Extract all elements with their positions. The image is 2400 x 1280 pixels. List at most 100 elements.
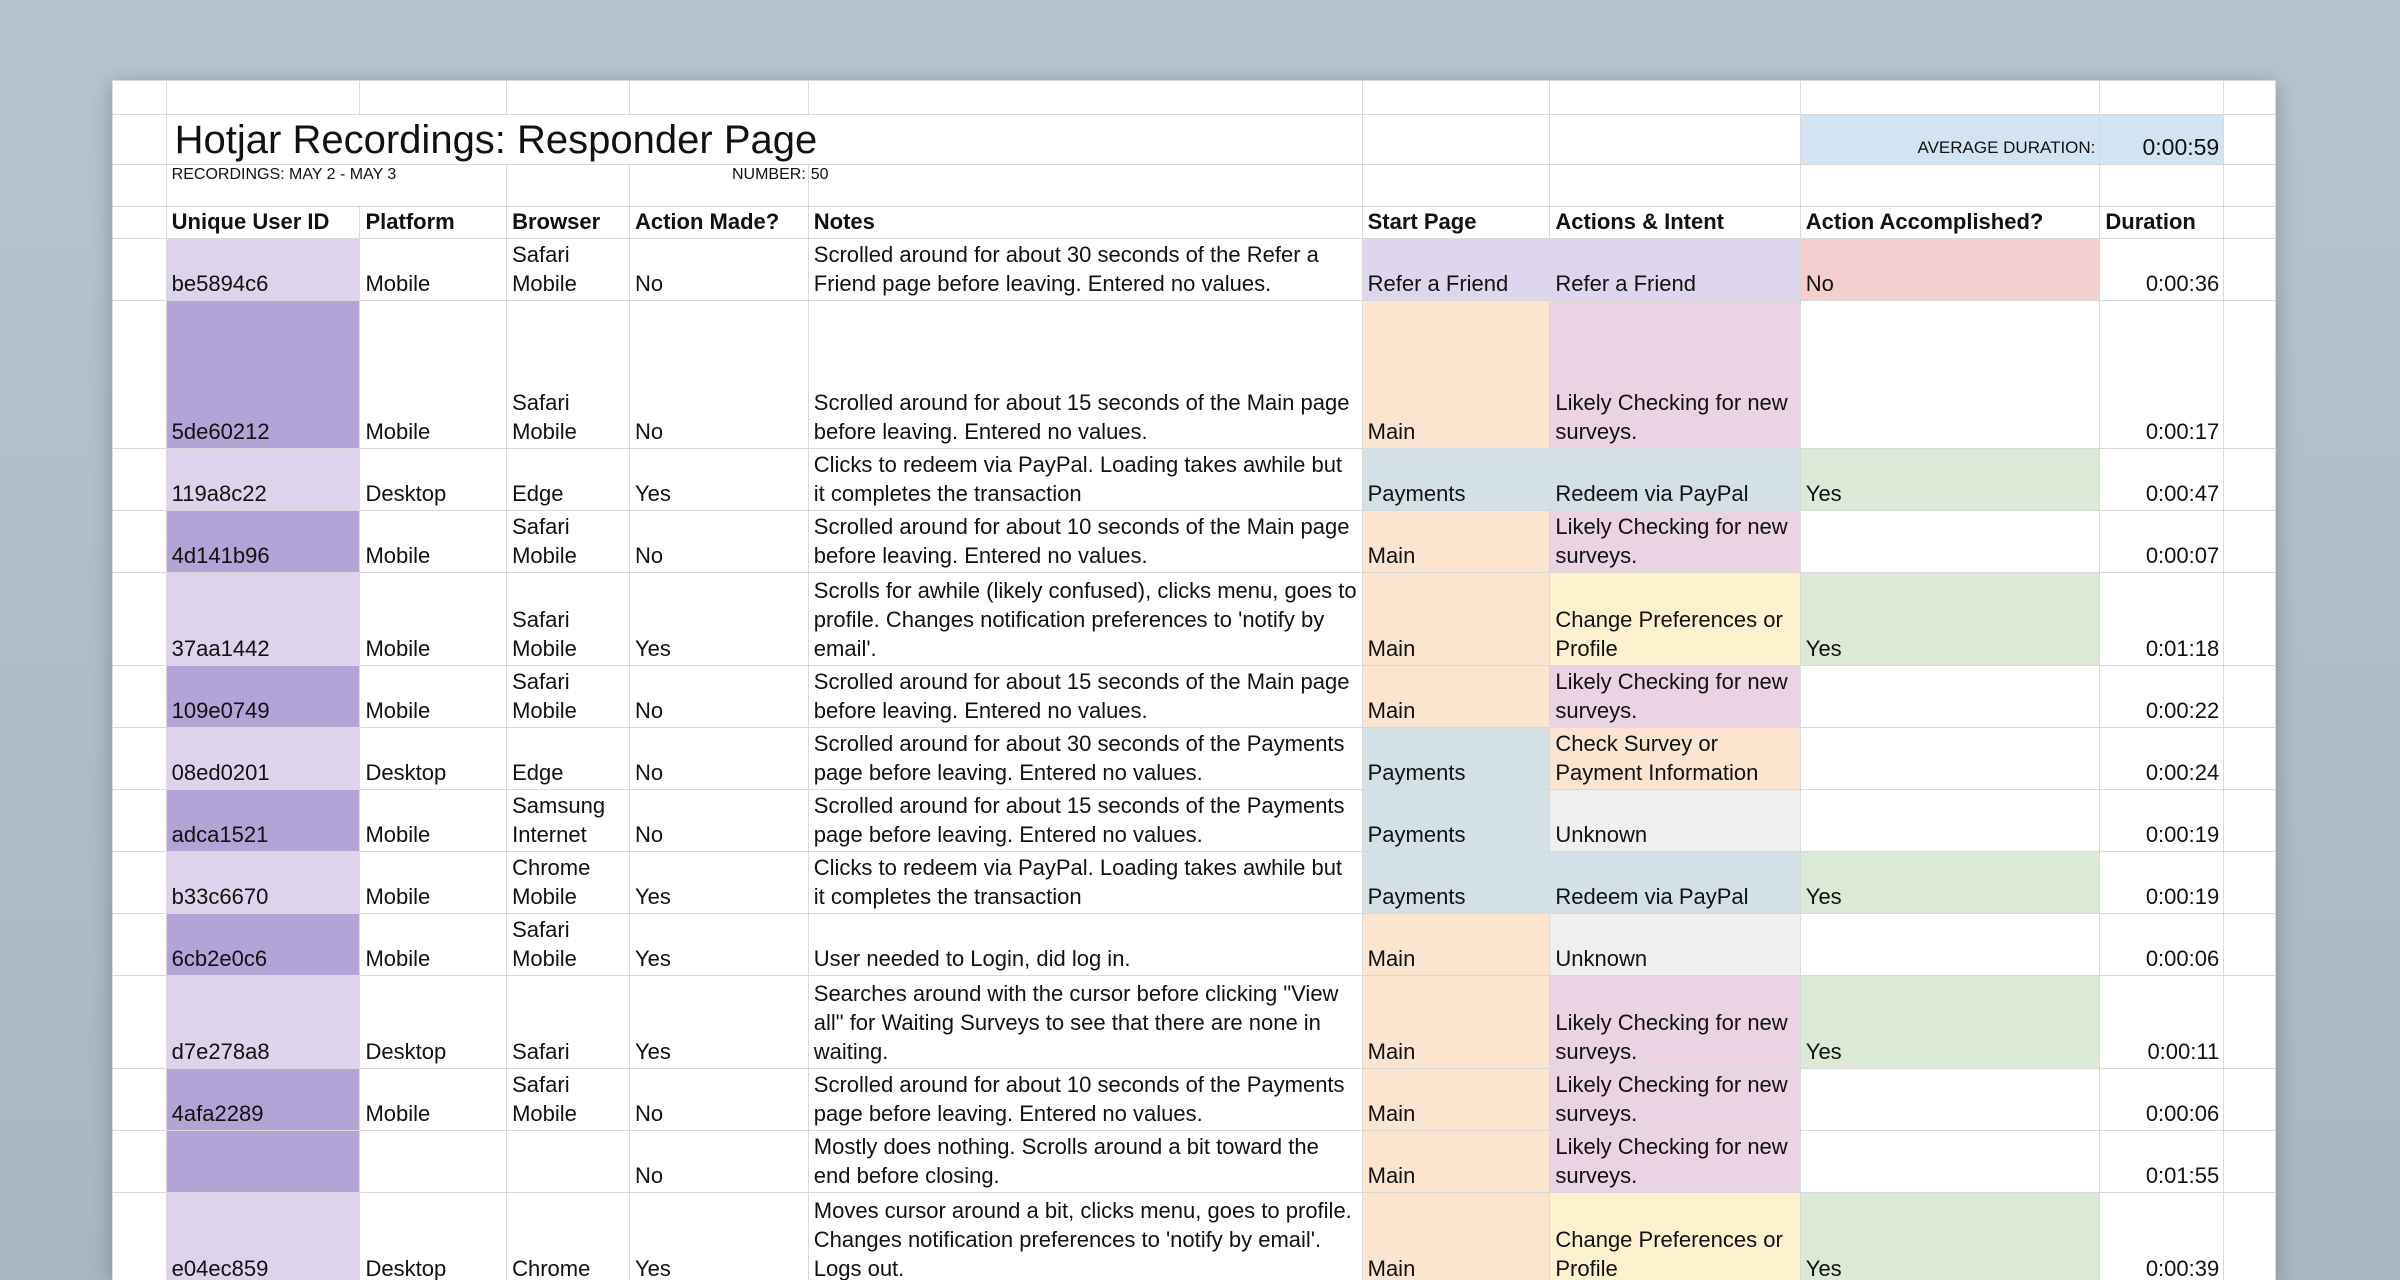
- cell-notes[interactable]: Scrolled around for about 10 seconds of …: [807, 1068, 1363, 1131]
- cell-action-made[interactable]: No: [628, 789, 809, 852]
- cell-action-accomplished[interactable]: Yes: [1799, 851, 2101, 914]
- cell-user-id[interactable]: 37aa1442: [165, 572, 361, 666]
- cell-action-made[interactable]: Yes: [628, 851, 809, 914]
- cell-notes[interactable]: Scrolled around for about 30 seconds of …: [807, 238, 1363, 301]
- cell-duration[interactable]: 0:00:06: [2099, 1068, 2225, 1131]
- cell-actions-intent[interactable]: Redeem via PayPal: [1549, 448, 1801, 511]
- cell-platform[interactable]: Desktop: [359, 448, 508, 511]
- cell-action-accomplished[interactable]: [1799, 1130, 2101, 1193]
- cell-notes[interactable]: Scrolled around for about 10 seconds of …: [807, 510, 1363, 573]
- cell-notes[interactable]: Clicks to redeem via PayPal. Loading tak…: [807, 448, 1363, 511]
- cell-action-accomplished[interactable]: [1799, 665, 2101, 728]
- cell-duration[interactable]: 0:01:18: [2099, 572, 2225, 666]
- cell-duration[interactable]: 0:00:06: [2099, 913, 2225, 976]
- row-gutter[interactable]: [112, 448, 167, 511]
- cell-platform[interactable]: Desktop: [359, 1192, 508, 1280]
- cell-browser[interactable]: Safari Mobile: [506, 572, 630, 666]
- cell-duration[interactable]: 0:00:07: [2099, 510, 2225, 573]
- cell-action-made[interactable]: No: [628, 1068, 809, 1131]
- cell-user-id[interactable]: 4d141b96: [165, 510, 361, 573]
- cell-platform[interactable]: Mobile: [359, 789, 508, 852]
- row-gutter[interactable]: [2223, 1130, 2276, 1193]
- cell-duration[interactable]: 0:00:47: [2099, 448, 2225, 511]
- row-gutter[interactable]: [112, 975, 167, 1069]
- cell-duration[interactable]: 0:00:11: [2099, 975, 2225, 1069]
- cell-browser[interactable]: Safari Mobile: [506, 238, 630, 301]
- cell-platform[interactable]: Desktop: [359, 727, 508, 790]
- cell-actions-intent[interactable]: Unknown: [1549, 913, 1801, 976]
- cell-actions-intent[interactable]: Likely Checking for new surveys.: [1549, 1068, 1801, 1131]
- cell-action-made[interactable]: No: [628, 1130, 809, 1193]
- row-gutter[interactable]: [2223, 238, 2276, 301]
- cell-notes[interactable]: Mostly does nothing. Scrolls around a bi…: [807, 1130, 1363, 1193]
- cell-duration[interactable]: 0:00:17: [2099, 300, 2225, 449]
- cell-browser[interactable]: [506, 1130, 630, 1193]
- cell-platform[interactable]: Mobile: [359, 851, 508, 914]
- cell-user-id[interactable]: adca1521: [165, 789, 361, 852]
- cell-notes[interactable]: Scrolls for awhile (likely confused), cl…: [807, 572, 1363, 666]
- cell-browser[interactable]: Safari Mobile: [506, 1068, 630, 1131]
- cell-platform[interactable]: Mobile: [359, 238, 508, 301]
- cell-browser[interactable]: Safari Mobile: [506, 300, 630, 449]
- cell-user-id[interactable]: e04ec859: [165, 1192, 361, 1280]
- cell-user-id[interactable]: 08ed0201: [165, 727, 361, 790]
- cell-notes[interactable]: Scrolled around for about 15 seconds of …: [807, 665, 1363, 728]
- row-gutter[interactable]: [2223, 1068, 2276, 1131]
- row-gutter[interactable]: [112, 851, 167, 914]
- cell-duration[interactable]: 0:01:55: [2099, 1130, 2225, 1193]
- cell-user-id[interactable]: 109e0749: [165, 665, 361, 728]
- cell-action-made[interactable]: Yes: [628, 913, 809, 976]
- cell-start-page[interactable]: Main: [1361, 665, 1551, 728]
- cell-action-accomplished[interactable]: [1799, 789, 2101, 852]
- cell-action-made[interactable]: No: [628, 238, 809, 301]
- row-gutter[interactable]: [2223, 913, 2276, 976]
- cell-platform[interactable]: Mobile: [359, 1068, 508, 1131]
- row-gutter[interactable]: [112, 300, 167, 449]
- cell-browser[interactable]: Safari Mobile: [506, 510, 630, 573]
- row-gutter[interactable]: [112, 510, 167, 573]
- row-gutter[interactable]: [112, 727, 167, 790]
- cell-start-page[interactable]: Payments: [1361, 727, 1551, 790]
- row-gutter[interactable]: [112, 238, 167, 301]
- row-gutter[interactable]: [2223, 665, 2276, 728]
- cell-user-id[interactable]: 4afa2289: [165, 1068, 361, 1131]
- cell-browser[interactable]: Safari Mobile: [506, 913, 630, 976]
- cell-start-page[interactable]: Payments: [1361, 789, 1551, 852]
- cell-action-accomplished[interactable]: [1799, 300, 2101, 449]
- cell-duration[interactable]: 0:00:19: [2099, 789, 2225, 852]
- row-gutter[interactable]: [112, 789, 167, 852]
- cell-platform[interactable]: Mobile: [359, 572, 508, 666]
- row-gutter[interactable]: [2223, 789, 2276, 852]
- cell-actions-intent[interactable]: Redeem via PayPal: [1549, 851, 1801, 914]
- cell-actions-intent[interactable]: Likely Checking for new surveys.: [1549, 300, 1801, 449]
- row-gutter[interactable]: [2223, 572, 2276, 666]
- row-gutter[interactable]: [2223, 727, 2276, 790]
- cell-platform[interactable]: Mobile: [359, 300, 508, 449]
- cell-start-page[interactable]: Refer a Friend: [1361, 238, 1551, 301]
- cell-notes[interactable]: Scrolled around for about 15 seconds of …: [807, 300, 1363, 449]
- row-gutter[interactable]: [2223, 1192, 2276, 1280]
- cell-action-made[interactable]: Yes: [628, 572, 809, 666]
- cell-duration[interactable]: 0:00:24: [2099, 727, 2225, 790]
- cell-notes[interactable]: Scrolled around for about 30 seconds of …: [807, 727, 1363, 790]
- row-gutter[interactable]: [2223, 851, 2276, 914]
- cell-action-made[interactable]: No: [628, 300, 809, 449]
- cell-browser[interactable]: Edge: [506, 727, 630, 790]
- cell-user-id[interactable]: be5894c6: [165, 238, 361, 301]
- cell-action-accomplished[interactable]: [1799, 727, 2101, 790]
- cell-start-page[interactable]: Main: [1361, 510, 1551, 573]
- cell-notes[interactable]: Moves cursor around a bit, clicks menu, …: [807, 1192, 1363, 1280]
- row-gutter[interactable]: [2223, 510, 2276, 573]
- cell-browser[interactable]: Edge: [506, 448, 630, 511]
- cell-user-id[interactable]: b33c6670: [165, 851, 361, 914]
- cell-notes[interactable]: Searches around with the cursor before c…: [807, 975, 1363, 1069]
- cell-actions-intent[interactable]: Likely Checking for new surveys.: [1549, 1130, 1801, 1193]
- cell-actions-intent[interactable]: Check Survey or Payment Information: [1549, 727, 1801, 790]
- cell-action-made[interactable]: No: [628, 727, 809, 790]
- cell-notes[interactable]: Scrolled around for about 15 seconds of …: [807, 789, 1363, 852]
- row-gutter[interactable]: [112, 1130, 167, 1193]
- cell-user-id[interactable]: d7e278a8: [165, 975, 361, 1069]
- cell-action-accomplished[interactable]: Yes: [1799, 975, 2101, 1069]
- row-gutter[interactable]: [2223, 975, 2276, 1069]
- cell-action-accomplished[interactable]: Yes: [1799, 1192, 2101, 1280]
